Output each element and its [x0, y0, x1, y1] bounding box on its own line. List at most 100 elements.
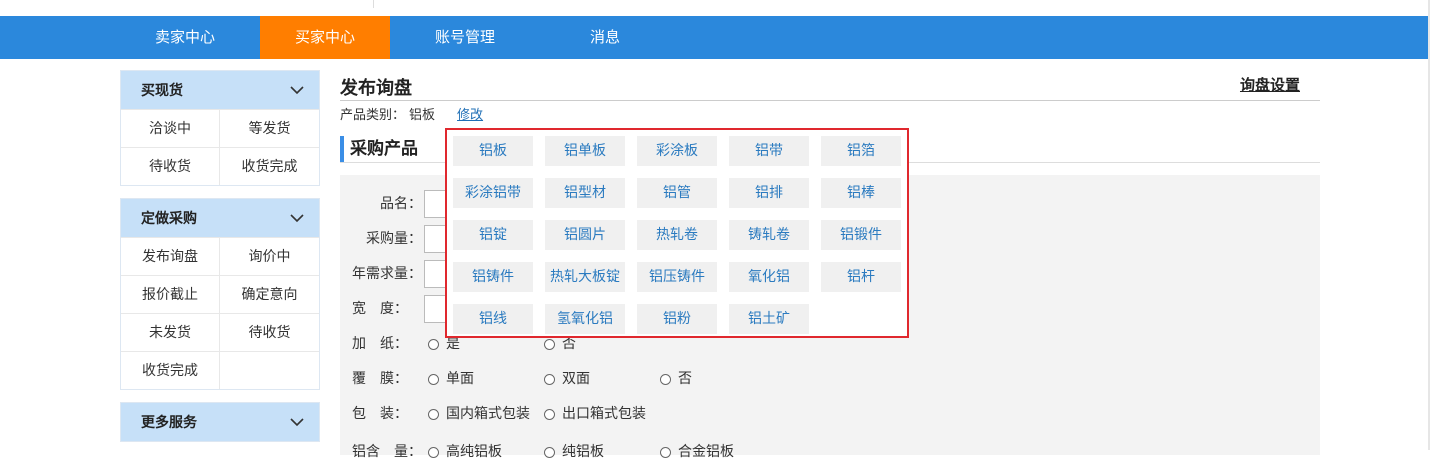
category-label: 产品类别： — [340, 108, 406, 123]
radio-label: 出口箱式包装 — [562, 406, 646, 422]
product-type-option[interactable]: 彩涂铝带 — [453, 178, 533, 208]
sidebar-item-confirm-intent[interactable]: 确定意向 — [220, 275, 319, 313]
product-type-option[interactable]: 铝排 — [729, 178, 809, 208]
radio-label: 国内箱式包装 — [446, 406, 530, 422]
sidebar-item-inquiring[interactable]: 询价中 — [220, 237, 319, 275]
sidebar-item-negotiating[interactable]: 洽谈中 — [121, 109, 220, 147]
nav-buyer-center[interactable]: 买家中心 — [260, 16, 390, 59]
sidebar-group-more-services: 更多服务 — [120, 402, 320, 442]
product-type-option[interactable]: 铝杆 — [821, 262, 901, 292]
inquiry-settings-link[interactable]: 询盘设置 — [1240, 74, 1300, 95]
sidebar-item-to-receive[interactable]: 待收货 — [220, 313, 319, 351]
category-value: 铝板 — [409, 108, 436, 123]
chevron-down-icon — [290, 214, 304, 223]
sidebar-group-custom-purchase: 定做采购 发布询盘 询价中 报价截止 确定意向 未发货 待收货 收货完成 — [120, 198, 320, 390]
chevron-down-icon — [290, 418, 304, 427]
product-type-option[interactable]: 铝管 — [637, 178, 717, 208]
radio-circle-icon — [428, 373, 439, 385]
product-type-option[interactable]: 铝铸件 — [453, 262, 533, 292]
radio-label: 双面 — [562, 371, 590, 387]
nav-seller-center[interactable]: 卖家中心 — [120, 16, 250, 59]
product-type-option[interactable]: 铝带 — [729, 136, 809, 166]
product-type-option[interactable]: 铝板 — [453, 136, 533, 166]
product-type-popup: 铝板 铝单板 彩涂板 铝带 铝箔 彩涂铝带 铝型材 铝管 铝排 铝棒 铝锭 铝圆… — [445, 128, 909, 338]
top-strip — [0, 0, 1430, 16]
page-title: 发布询盘 — [340, 78, 412, 99]
sidebar-item-post-inquiry[interactable]: 发布询盘 — [121, 237, 220, 275]
sidebar-group-title: 定做采购 — [141, 211, 197, 227]
radio-film-double[interactable]: 双面 — [544, 364, 590, 394]
nav-messages[interactable]: 消息 — [540, 16, 670, 59]
edit-category-link[interactable]: 修改 — [457, 108, 483, 123]
sidebar-group-header[interactable]: 定做采购 — [121, 199, 319, 237]
radio-film-none[interactable]: 否 — [660, 364, 692, 394]
radio-circle-icon — [544, 446, 555, 458]
field-label: 铝含 量： — [352, 444, 422, 460]
category-row: 产品类别： 铝板 修改 — [340, 104, 483, 123]
sidebar-group-title: 买现货 — [141, 83, 183, 99]
radio-circle-icon — [428, 408, 439, 420]
radio-circle-icon — [544, 408, 555, 420]
top-nav: 卖家中心 买家中心 账号管理 消息 — [0, 16, 1428, 59]
field-label: 采购量： — [366, 231, 422, 247]
form-row-film: 覆 膜： 单面 双面 否 — [340, 364, 1320, 394]
product-type-option[interactable]: 铝锻件 — [821, 220, 901, 250]
sidebar-empty-cell — [220, 351, 319, 389]
product-type-option[interactable]: 铝压铸件 — [637, 262, 717, 292]
field-label: 年需求量： — [352, 266, 422, 282]
field-label: 覆 膜： — [352, 371, 408, 387]
product-type-option[interactable]: 热轧大板锭 — [545, 262, 625, 292]
radio-al-high-purity[interactable]: 高纯铝板 — [428, 437, 502, 467]
product-type-option[interactable]: 铝粉 — [637, 304, 717, 334]
sidebar-item-received[interactable]: 收货完成 — [121, 351, 220, 389]
form-row-packing: 包 装： 国内箱式包装 出口箱式包装 — [340, 399, 1320, 429]
product-type-option[interactable]: 铝型材 — [545, 178, 625, 208]
sidebar-item-to-receive[interactable]: 待收货 — [121, 147, 220, 185]
radio-circle-icon — [660, 446, 671, 458]
product-type-option[interactable]: 热轧卷 — [637, 220, 717, 250]
radio-circle-icon — [544, 338, 555, 350]
radio-circle-icon — [428, 446, 439, 458]
product-type-option[interactable]: 氧化铝 — [729, 262, 809, 292]
product-type-option[interactable]: 铝锭 — [453, 220, 533, 250]
radio-label: 纯铝板 — [562, 444, 604, 460]
field-label: 宽 度： — [352, 301, 408, 317]
radio-circle-icon — [660, 373, 671, 385]
chevron-down-icon — [290, 86, 304, 95]
radio-packing-export[interactable]: 出口箱式包装 — [544, 399, 646, 429]
radio-packing-domestic[interactable]: 国内箱式包装 — [428, 399, 530, 429]
product-type-option[interactable]: 氢氧化铝 — [545, 304, 625, 334]
radio-label: 合金铝板 — [678, 444, 734, 460]
sidebar-group-buy-spot: 买现货 洽谈中 等发货 待收货 收货完成 — [120, 70, 320, 186]
product-type-option[interactable]: 铝箔 — [821, 136, 901, 166]
product-type-option[interactable]: 铝圆片 — [545, 220, 625, 250]
radio-label: 单面 — [446, 371, 474, 387]
nav-account-management[interactable]: 账号管理 — [400, 16, 530, 59]
product-type-option[interactable]: 铝线 — [453, 304, 533, 334]
product-type-option[interactable]: 铝棒 — [821, 178, 901, 208]
sidebar-item-quote-closed[interactable]: 报价截止 — [121, 275, 220, 313]
title-divider — [340, 100, 1320, 101]
field-label: 包 装： — [352, 406, 408, 422]
sidebar: 买现货 洽谈中 等发货 待收货 收货完成 定做采购 发布询盘 询价中 报价截止 … — [120, 70, 320, 454]
product-type-option[interactable]: 铝土矿 — [729, 304, 809, 334]
divider — [373, 0, 374, 8]
radio-label: 高纯铝板 — [446, 444, 502, 460]
sidebar-group-header[interactable]: 买现货 — [121, 71, 319, 109]
radio-al-alloy[interactable]: 合金铝板 — [660, 437, 734, 467]
sidebar-group-header[interactable]: 更多服务 — [121, 403, 319, 441]
sidebar-item-awaiting-shipment[interactable]: 等发货 — [220, 109, 319, 147]
product-type-option[interactable]: 彩涂板 — [637, 136, 717, 166]
form-row-aluminum-content: 铝含 量： 高纯铝板 纯铝板 合金铝板 — [340, 437, 1320, 467]
radio-circle-icon — [428, 338, 439, 350]
radio-film-single[interactable]: 单面 — [428, 364, 474, 394]
radio-al-pure[interactable]: 纯铝板 — [544, 437, 604, 467]
field-label: 加 纸： — [352, 336, 408, 352]
field-label: 品名： — [380, 196, 422, 212]
product-type-option[interactable]: 铸轧卷 — [729, 220, 809, 250]
radio-circle-icon — [544, 373, 555, 385]
product-type-option[interactable]: 铝单板 — [545, 136, 625, 166]
sidebar-item-not-shipped[interactable]: 未发货 — [121, 313, 220, 351]
radio-label: 否 — [678, 371, 692, 387]
sidebar-item-received[interactable]: 收货完成 — [220, 147, 319, 185]
